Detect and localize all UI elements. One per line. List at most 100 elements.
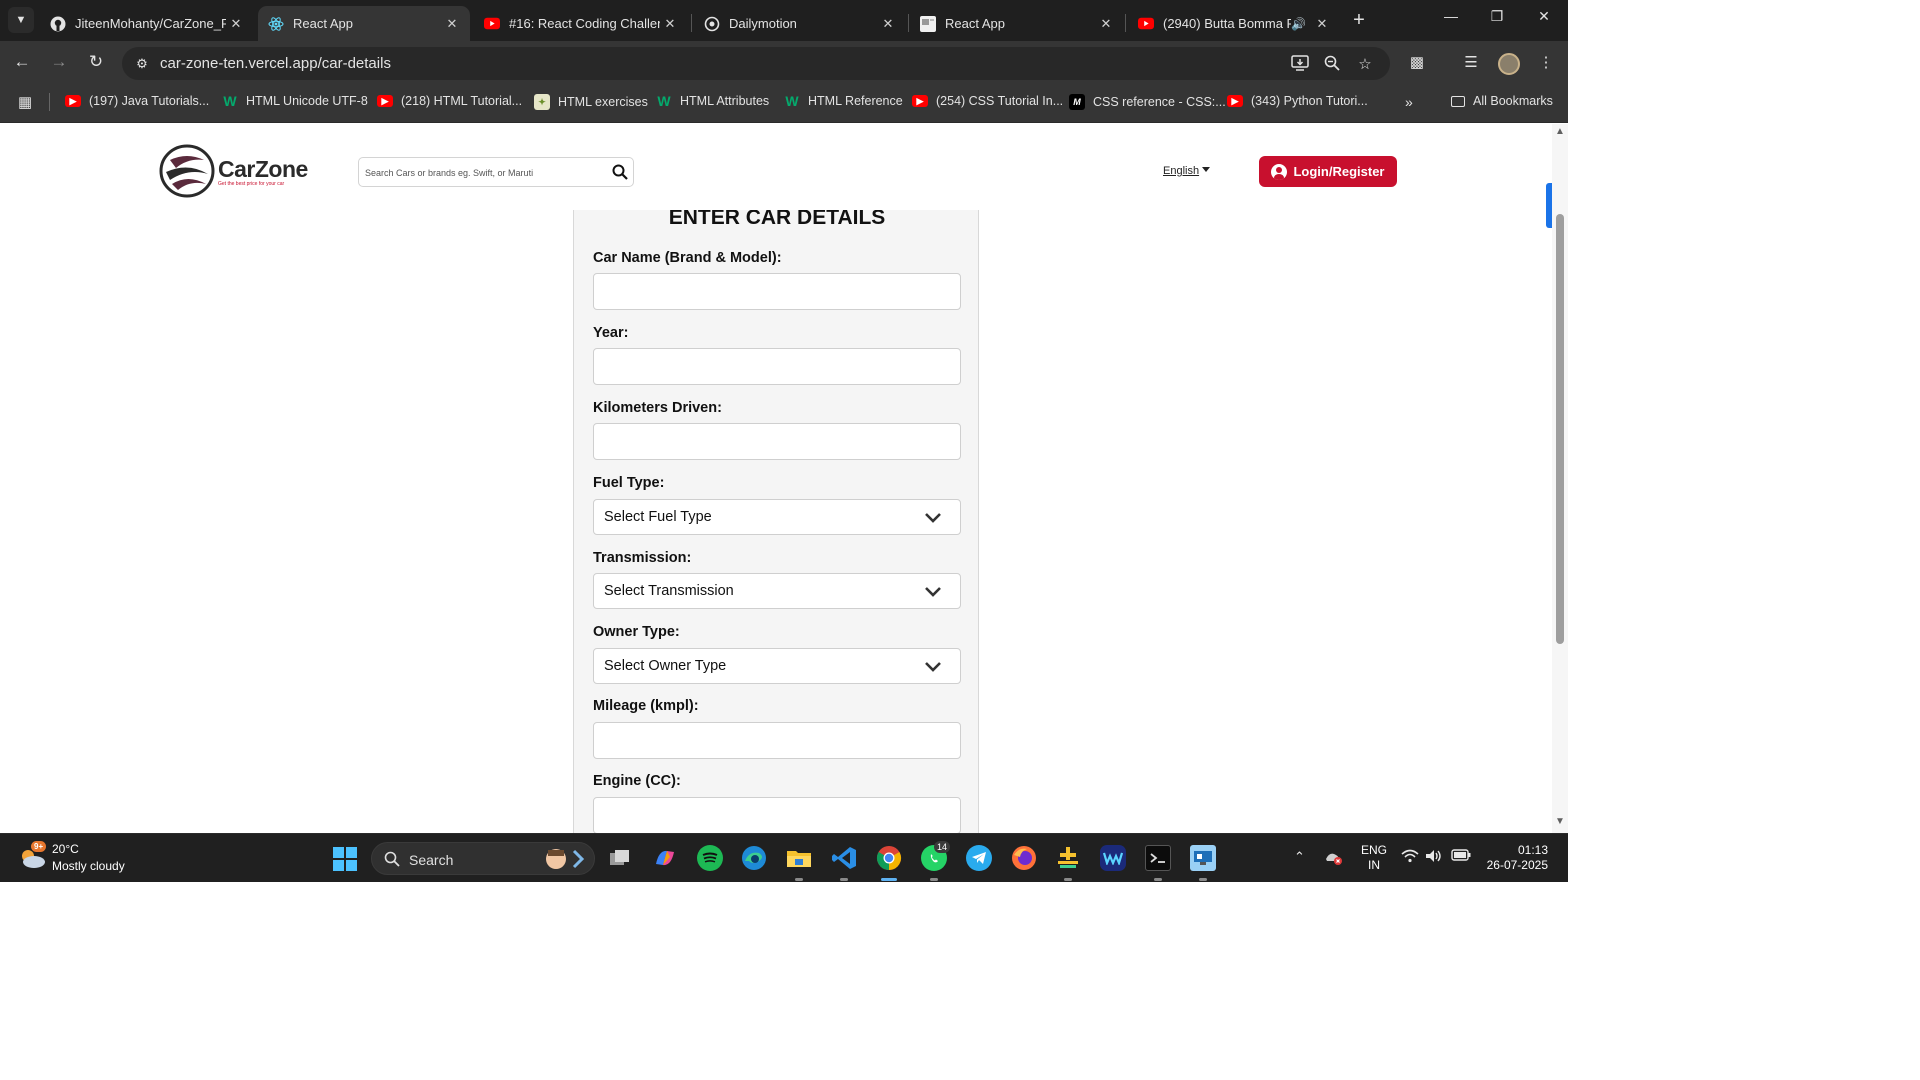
chrome-icon[interactable] bbox=[876, 845, 902, 871]
media-controls-icon[interactable]: ☰ bbox=[1460, 53, 1482, 71]
bookmark-css-tutorial[interactable]: ▶ (254) CSS Tutorial In... bbox=[912, 94, 1063, 108]
user-icon bbox=[1271, 163, 1288, 180]
site-settings-icon[interactable]: ⚙ bbox=[132, 54, 152, 74]
zoom-icon[interactable] bbox=[1322, 55, 1342, 75]
km-driven-input[interactable] bbox=[593, 423, 961, 460]
forward-icon[interactable]: → bbox=[48, 52, 70, 72]
tab-youtube-react-challenge[interactable]: #16: React Coding Challen ✕ bbox=[474, 6, 688, 41]
volume-icon[interactable] bbox=[1425, 849, 1443, 866]
webex-icon[interactable] bbox=[1100, 845, 1126, 871]
remote-desktop-icon[interactable] bbox=[1190, 845, 1216, 871]
tab-react-app-active[interactable]: React App ✕ bbox=[258, 6, 470, 41]
bookmark-label: (197) Java Tutorials... bbox=[89, 94, 210, 108]
tab-github[interactable]: JiteenMohanty/CarZone_R ✕ bbox=[40, 6, 254, 41]
spotify-icon[interactable] bbox=[697, 845, 723, 871]
taskbar-search[interactable]: Search bbox=[371, 842, 595, 875]
owner-type-select[interactable]: Select Owner Type bbox=[593, 648, 961, 684]
language-selector[interactable]: English bbox=[1163, 165, 1199, 177]
scroll-up-icon[interactable]: ▲ bbox=[1555, 126, 1565, 137]
new-tab-button[interactable]: + bbox=[1348, 9, 1370, 31]
bookmark-html-reference[interactable]: W HTML Reference bbox=[784, 93, 902, 109]
bookmark-css-reference[interactable]: M CSS reference - CSS:... bbox=[1069, 94, 1226, 110]
site-search-input[interactable] bbox=[365, 164, 605, 182]
transmission-label: Transmission: bbox=[593, 550, 692, 566]
minimize-icon[interactable]: — bbox=[1439, 8, 1463, 24]
file-explorer-icon[interactable] bbox=[786, 845, 812, 871]
html-exercises-icon: ✦ bbox=[534, 94, 550, 110]
windows-start-icon[interactable] bbox=[333, 847, 357, 871]
scroll-down-icon[interactable]: ▼ bbox=[1555, 816, 1565, 827]
tab-youtube-butta-bomma[interactable]: (2940) Butta Bomma F 🔊 ✕ bbox=[1128, 6, 1340, 41]
close-tab-icon[interactable]: ✕ bbox=[1096, 16, 1116, 32]
login-register-button[interactable]: Login/Register bbox=[1259, 156, 1397, 187]
wifi-icon[interactable] bbox=[1401, 849, 1419, 866]
close-tab-icon[interactable]: ✕ bbox=[442, 16, 462, 32]
terminal-icon[interactable] bbox=[1145, 845, 1171, 871]
scroll-thumb[interactable] bbox=[1556, 214, 1564, 644]
install-app-icon[interactable] bbox=[1290, 55, 1310, 75]
close-tab-icon[interactable]: ✕ bbox=[878, 16, 898, 32]
system-clock[interactable]: 01:13 26-07-2025 bbox=[1480, 843, 1548, 873]
firefox-icon[interactable] bbox=[1011, 845, 1037, 871]
carzone-logo[interactable]: CarZone Get the best price for your car bbox=[158, 144, 308, 198]
year-input[interactable] bbox=[593, 348, 961, 385]
tab-react-app-2[interactable]: React App ✕ bbox=[910, 6, 1124, 41]
react-app-icon bbox=[920, 15, 936, 32]
menu-icon[interactable]: ⋮ bbox=[1535, 53, 1557, 71]
fuel-type-select[interactable]: Select Fuel Type bbox=[593, 499, 961, 535]
weather-temperature[interactable]: 20°C bbox=[52, 842, 79, 856]
tab-search-button[interactable]: ▼ bbox=[8, 7, 34, 33]
all-bookmarks-button[interactable]: All Bookmarks bbox=[1451, 94, 1553, 108]
bookmark-python-tutorial[interactable]: ▶ (343) Python Tutori... bbox=[1227, 94, 1368, 108]
bookmark-star-icon[interactable]: ☆ bbox=[1355, 55, 1375, 73]
telegram-icon[interactable] bbox=[966, 845, 992, 871]
owner-type-label: Owner Type: bbox=[593, 624, 680, 640]
engine-input[interactable] bbox=[593, 797, 961, 833]
stacked-app-icon[interactable] bbox=[1055, 845, 1081, 871]
close-tab-icon[interactable]: ✕ bbox=[660, 16, 680, 32]
bookmarks-bar: ▶ (197) Java Tutorials... W HTML Unicode U… bbox=[0, 82, 1568, 123]
w3schools-icon: W bbox=[223, 93, 237, 109]
copilot-icon[interactable] bbox=[652, 845, 678, 871]
edge-icon[interactable] bbox=[741, 845, 767, 871]
bookmark-html-exercises[interactable]: ✦ HTML exercises bbox=[534, 94, 648, 110]
bookmark-html-tutorial[interactable]: ▶ (218) HTML Tutorial... bbox=[377, 94, 522, 108]
speaker-icon[interactable]: 🔊 bbox=[1291, 17, 1306, 31]
reload-icon[interactable]: ↻ bbox=[85, 52, 107, 72]
more-bookmarks-icon[interactable]: » bbox=[1405, 94, 1413, 110]
site-search-box[interactable] bbox=[358, 157, 634, 187]
extensions-icon[interactable]: ▩ bbox=[1406, 53, 1428, 71]
page-scrollbar[interactable]: ▲ ▼ bbox=[1552, 124, 1568, 833]
network-error-icon[interactable] bbox=[1324, 849, 1344, 868]
profile-avatar[interactable] bbox=[1498, 53, 1520, 75]
input-language[interactable]: ENG IN bbox=[1361, 843, 1387, 873]
close-tab-icon[interactable]: ✕ bbox=[226, 16, 246, 32]
car-name-label: Car Name (Brand & Model): bbox=[593, 250, 782, 266]
owner-type-selected: Select Owner Type bbox=[604, 658, 727, 674]
restore-icon[interactable]: ❐ bbox=[1485, 8, 1509, 25]
bookmark-html-unicode[interactable]: W HTML Unicode UTF-8 bbox=[222, 93, 367, 109]
bookmark-html-attributes[interactable]: W HTML Attributes bbox=[656, 93, 769, 109]
car-name-input[interactable] bbox=[593, 273, 961, 310]
bookmark-java-tutorials[interactable]: ▶ (197) Java Tutorials... bbox=[65, 94, 209, 108]
transmission-select[interactable]: Select Transmission bbox=[593, 573, 961, 609]
caret-down-icon[interactable] bbox=[1202, 167, 1210, 172]
tab-dailymotion[interactable]: Dailymotion ✕ bbox=[694, 6, 906, 41]
youtube-icon bbox=[484, 16, 500, 32]
close-tab-icon[interactable]: ✕ bbox=[1312, 16, 1332, 32]
url-text[interactable]: car-zone-ten.vercel.app/car-details bbox=[160, 55, 391, 72]
tab-title: JiteenMohanty/CarZone_R bbox=[75, 16, 226, 31]
show-hidden-icons-icon[interactable]: ⌃ bbox=[1294, 849, 1305, 865]
search-icon[interactable] bbox=[611, 163, 629, 181]
close-window-icon[interactable]: ✕ bbox=[1532, 8, 1556, 25]
mileage-input[interactable] bbox=[593, 722, 961, 759]
back-icon[interactable]: ← bbox=[11, 52, 33, 72]
weather-description[interactable]: Mostly cloudy bbox=[52, 859, 125, 873]
logo-name: CarZone bbox=[218, 155, 308, 182]
apps-grid-icon[interactable]: ▦ bbox=[18, 93, 32, 111]
transmission-selected: Select Transmission bbox=[604, 583, 734, 599]
address-bar[interactable]: ⚙ car-zone-ten.vercel.app/car-details ☆ bbox=[122, 47, 1390, 80]
battery-icon[interactable] bbox=[1451, 849, 1471, 864]
vscode-icon[interactable] bbox=[831, 845, 857, 871]
task-view-icon[interactable] bbox=[607, 845, 633, 871]
